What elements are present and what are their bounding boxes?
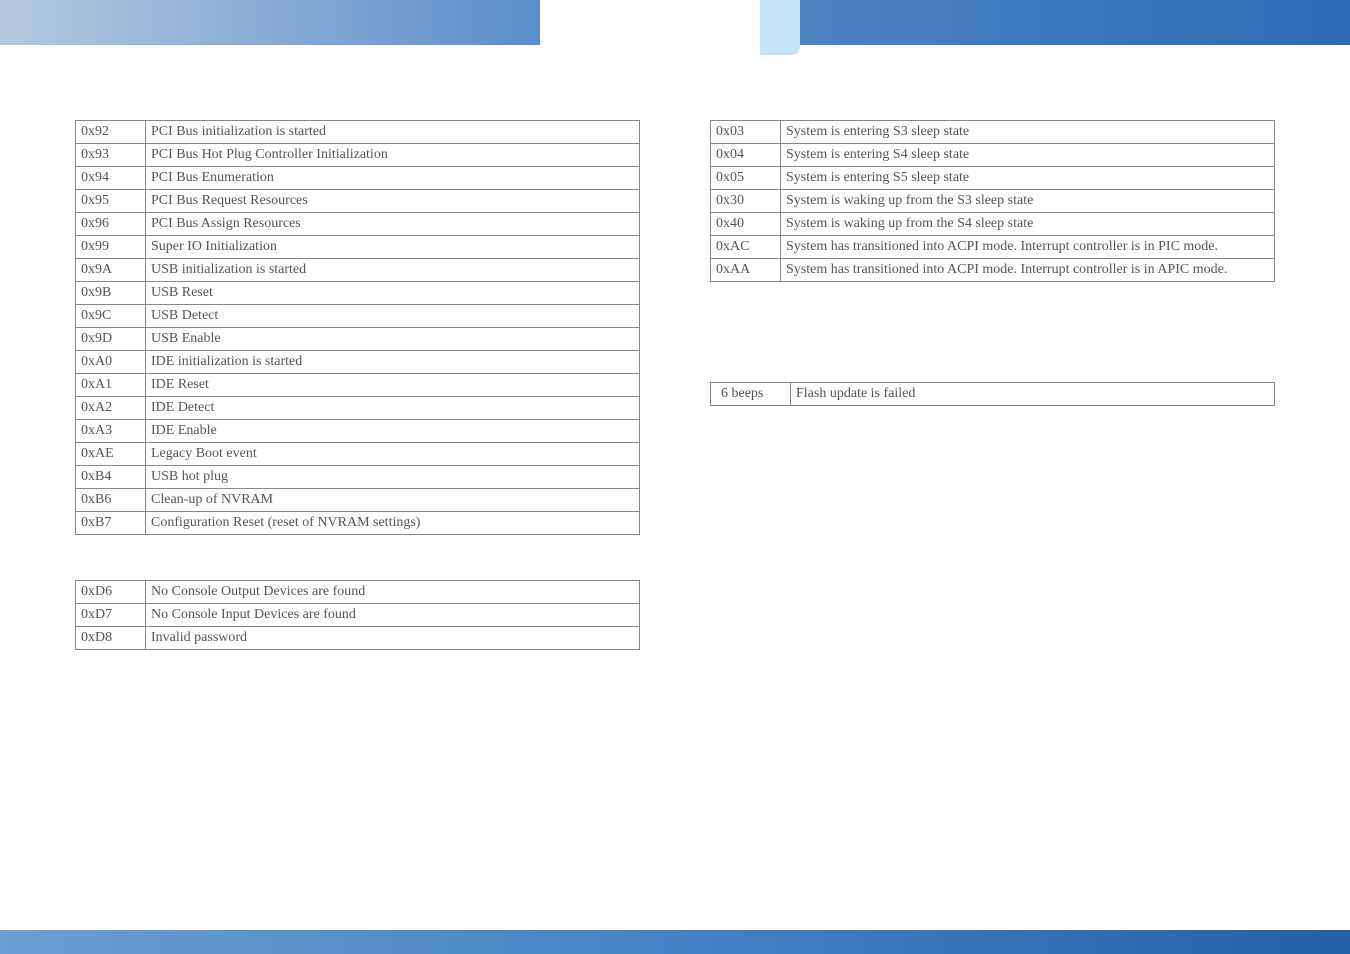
table-row: 0xA0IDE initialization is started — [76, 351, 640, 374]
code-cell: 0x95 — [76, 190, 146, 213]
description-cell: PCI Bus Enumeration — [146, 167, 640, 190]
table-row: 0x9AUSB initialization is started — [76, 259, 640, 282]
table-row: 0x92PCI Bus initialization is started — [76, 121, 640, 144]
code-cell: 0x9B — [76, 282, 146, 305]
table-row: 0x99Super IO Initialization — [76, 236, 640, 259]
code-cell: 0xD6 — [76, 581, 146, 604]
table-row: 0xB6Clean-up of NVRAM — [76, 489, 640, 512]
code-cell: 0x03 — [711, 121, 781, 144]
table-row: 0x94PCI Bus Enumeration — [76, 167, 640, 190]
code-cell: 0x94 — [76, 167, 146, 190]
description-cell: USB hot plug — [146, 466, 640, 489]
table-row: 0xAELegacy Boot event — [76, 443, 640, 466]
description-cell: System is entering S5 sleep state — [781, 167, 1275, 190]
table-row: 0x9DUSB Enable — [76, 328, 640, 351]
code-cell: 0xA2 — [76, 397, 146, 420]
code-cell: 0x40 — [711, 213, 781, 236]
description-cell: Invalid password — [146, 627, 640, 650]
post-codes-table-1: 0x92PCI Bus initialization is started0x9… — [75, 120, 640, 535]
code-cell: 0xAC — [711, 236, 781, 259]
code-cell: 0xD8 — [76, 627, 146, 650]
description-cell: PCI Bus Hot Plug Controller Initializati… — [146, 144, 640, 167]
table-row: 0xA1IDE Reset — [76, 374, 640, 397]
code-cell: 0xB4 — [76, 466, 146, 489]
table-row: 0xD6No Console Output Devices are found — [76, 581, 640, 604]
code-cell: 0x92 — [76, 121, 146, 144]
description-cell: System is entering S4 sleep state — [781, 144, 1275, 167]
description-cell: System is entering S3 sleep state — [781, 121, 1275, 144]
description-cell: PCI Bus Request Resources — [146, 190, 640, 213]
code-cell: 0x93 — [76, 144, 146, 167]
description-cell: System has transitioned into ACPI mode. … — [781, 236, 1275, 259]
table-row: 0x03System is entering S3 sleep state — [711, 121, 1275, 144]
description-cell: No Console Output Devices are found — [146, 581, 640, 604]
table-row: 0x05System is entering S5 sleep state — [711, 167, 1275, 190]
content-area: 0x92PCI Bus initialization is started0x9… — [0, 120, 1350, 695]
table-row: 0x95PCI Bus Request Resources — [76, 190, 640, 213]
table-row: 0x04System is entering S4 sleep state — [711, 144, 1275, 167]
description-cell: PCI Bus Assign Resources — [146, 213, 640, 236]
post-codes-table-2: 0xD6No Console Output Devices are found0… — [75, 580, 640, 650]
description-cell: IDE Enable — [146, 420, 640, 443]
code-cell: 0xA1 — [76, 374, 146, 397]
description-cell: USB initialization is started — [146, 259, 640, 282]
description-cell: System is waking up from the S4 sleep st… — [781, 213, 1275, 236]
header-banner — [0, 0, 1350, 60]
table-row: 0xB7Configuration Reset (reset of NVRAM … — [76, 512, 640, 535]
table-row: 0xD7No Console Input Devices are found — [76, 604, 640, 627]
footer-banner — [0, 930, 1350, 954]
description-cell: USB Enable — [146, 328, 640, 351]
code-cell: 6 beeps — [711, 383, 791, 406]
table-row: 0x93PCI Bus Hot Plug Controller Initiali… — [76, 144, 640, 167]
table-row: 0xACSystem has transitioned into ACPI mo… — [711, 236, 1275, 259]
left-column: 0x92PCI Bus initialization is started0x9… — [75, 120, 640, 695]
table-row: 0xA3IDE Enable — [76, 420, 640, 443]
table-row: 0xD8Invalid password — [76, 627, 640, 650]
table-row: 0x40System is waking up from the S4 slee… — [711, 213, 1275, 236]
description-cell: Legacy Boot event — [146, 443, 640, 466]
code-cell: 0x9C — [76, 305, 146, 328]
acpi-codes-table: 0x03System is entering S3 sleep state0x0… — [710, 120, 1275, 282]
table-row: 6 beepsFlash update is failed — [711, 383, 1275, 406]
table-row: 0x30System is waking up from the S3 slee… — [711, 190, 1275, 213]
table-row: 0xA2IDE Detect — [76, 397, 640, 420]
code-cell: 0x30 — [711, 190, 781, 213]
code-cell: 0x04 — [711, 144, 781, 167]
code-cell: 0xD7 — [76, 604, 146, 627]
description-cell: System has transitioned into ACPI mode. … — [781, 259, 1275, 282]
description-cell: IDE Detect — [146, 397, 640, 420]
description-cell: No Console Input Devices are found — [146, 604, 640, 627]
banner-tab-white — [540, 0, 760, 65]
table-row: 0x9CUSB Detect — [76, 305, 640, 328]
code-cell: 0x99 — [76, 236, 146, 259]
code-cell: 0xA3 — [76, 420, 146, 443]
description-cell: USB Detect — [146, 305, 640, 328]
code-cell: 0xB6 — [76, 489, 146, 512]
description-cell: Clean-up of NVRAM — [146, 489, 640, 512]
code-cell: 0xAE — [76, 443, 146, 466]
code-cell: 0x9D — [76, 328, 146, 351]
description-cell: IDE initialization is started — [146, 351, 640, 374]
description-cell: USB Reset — [146, 282, 640, 305]
description-cell: Configuration Reset (reset of NVRAM sett… — [146, 512, 640, 535]
code-cell: 0xB7 — [76, 512, 146, 535]
banner-tab-light — [760, 0, 800, 55]
description-cell: PCI Bus initialization is started — [146, 121, 640, 144]
code-cell: 0x96 — [76, 213, 146, 236]
beeps-table: 6 beepsFlash update is failed — [710, 382, 1275, 406]
description-cell: IDE Reset — [146, 374, 640, 397]
table-row: 0xB4USB hot plug — [76, 466, 640, 489]
table-row: 0x9BUSB Reset — [76, 282, 640, 305]
description-cell: Flash update is failed — [791, 383, 1275, 406]
code-cell: 0x05 — [711, 167, 781, 190]
table-row: 0x96PCI Bus Assign Resources — [76, 213, 640, 236]
code-cell: 0xAA — [711, 259, 781, 282]
description-cell: Super IO Initialization — [146, 236, 640, 259]
table-row: 0xAASystem has transitioned into ACPI mo… — [711, 259, 1275, 282]
right-column: 0x03System is entering S3 sleep state0x0… — [710, 120, 1275, 695]
description-cell: System is waking up from the S3 sleep st… — [781, 190, 1275, 213]
code-cell: 0x9A — [76, 259, 146, 282]
code-cell: 0xA0 — [76, 351, 146, 374]
